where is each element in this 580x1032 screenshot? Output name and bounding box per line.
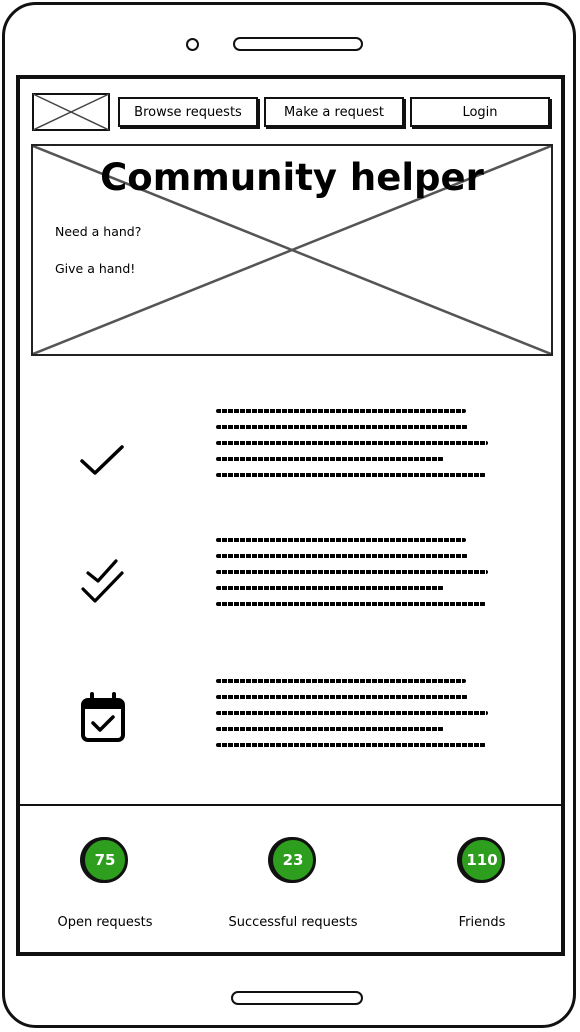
calendar-check-icon [81, 692, 125, 742]
hero-tagline-give: Give a hand! [55, 261, 136, 276]
feature-text-1 [216, 409, 492, 489]
stat-label: Friends [458, 915, 506, 930]
page-title: Community helper [100, 156, 484, 199]
stat-label: Successful requests [228, 915, 358, 930]
feature-text-3 [216, 679, 492, 759]
camera-icon [186, 38, 199, 51]
double-check-icon [81, 559, 124, 603]
speaker-icon [233, 37, 363, 51]
section-divider [20, 804, 561, 806]
screen: Browse requests Make a request Login Com… [16, 75, 565, 956]
hero-banner: Community helper Need a hand? Give a han… [31, 144, 553, 356]
stat-badge: 75 [82, 837, 128, 883]
check-icon [80, 445, 124, 475]
hero-tagline-need: Need a hand? [55, 224, 142, 239]
stat-badge: 110 [459, 837, 505, 883]
feature-text-2 [216, 538, 492, 618]
home-button[interactable] [231, 991, 363, 1005]
stat-badge: 23 [270, 837, 316, 883]
stat-label: Open requests [57, 915, 153, 930]
logo-placeholder-icon[interactable] [32, 93, 110, 131]
make-request-button[interactable]: Make a request [264, 97, 404, 127]
login-button[interactable]: Login [410, 97, 550, 127]
browse-requests-button[interactable]: Browse requests [118, 97, 258, 127]
